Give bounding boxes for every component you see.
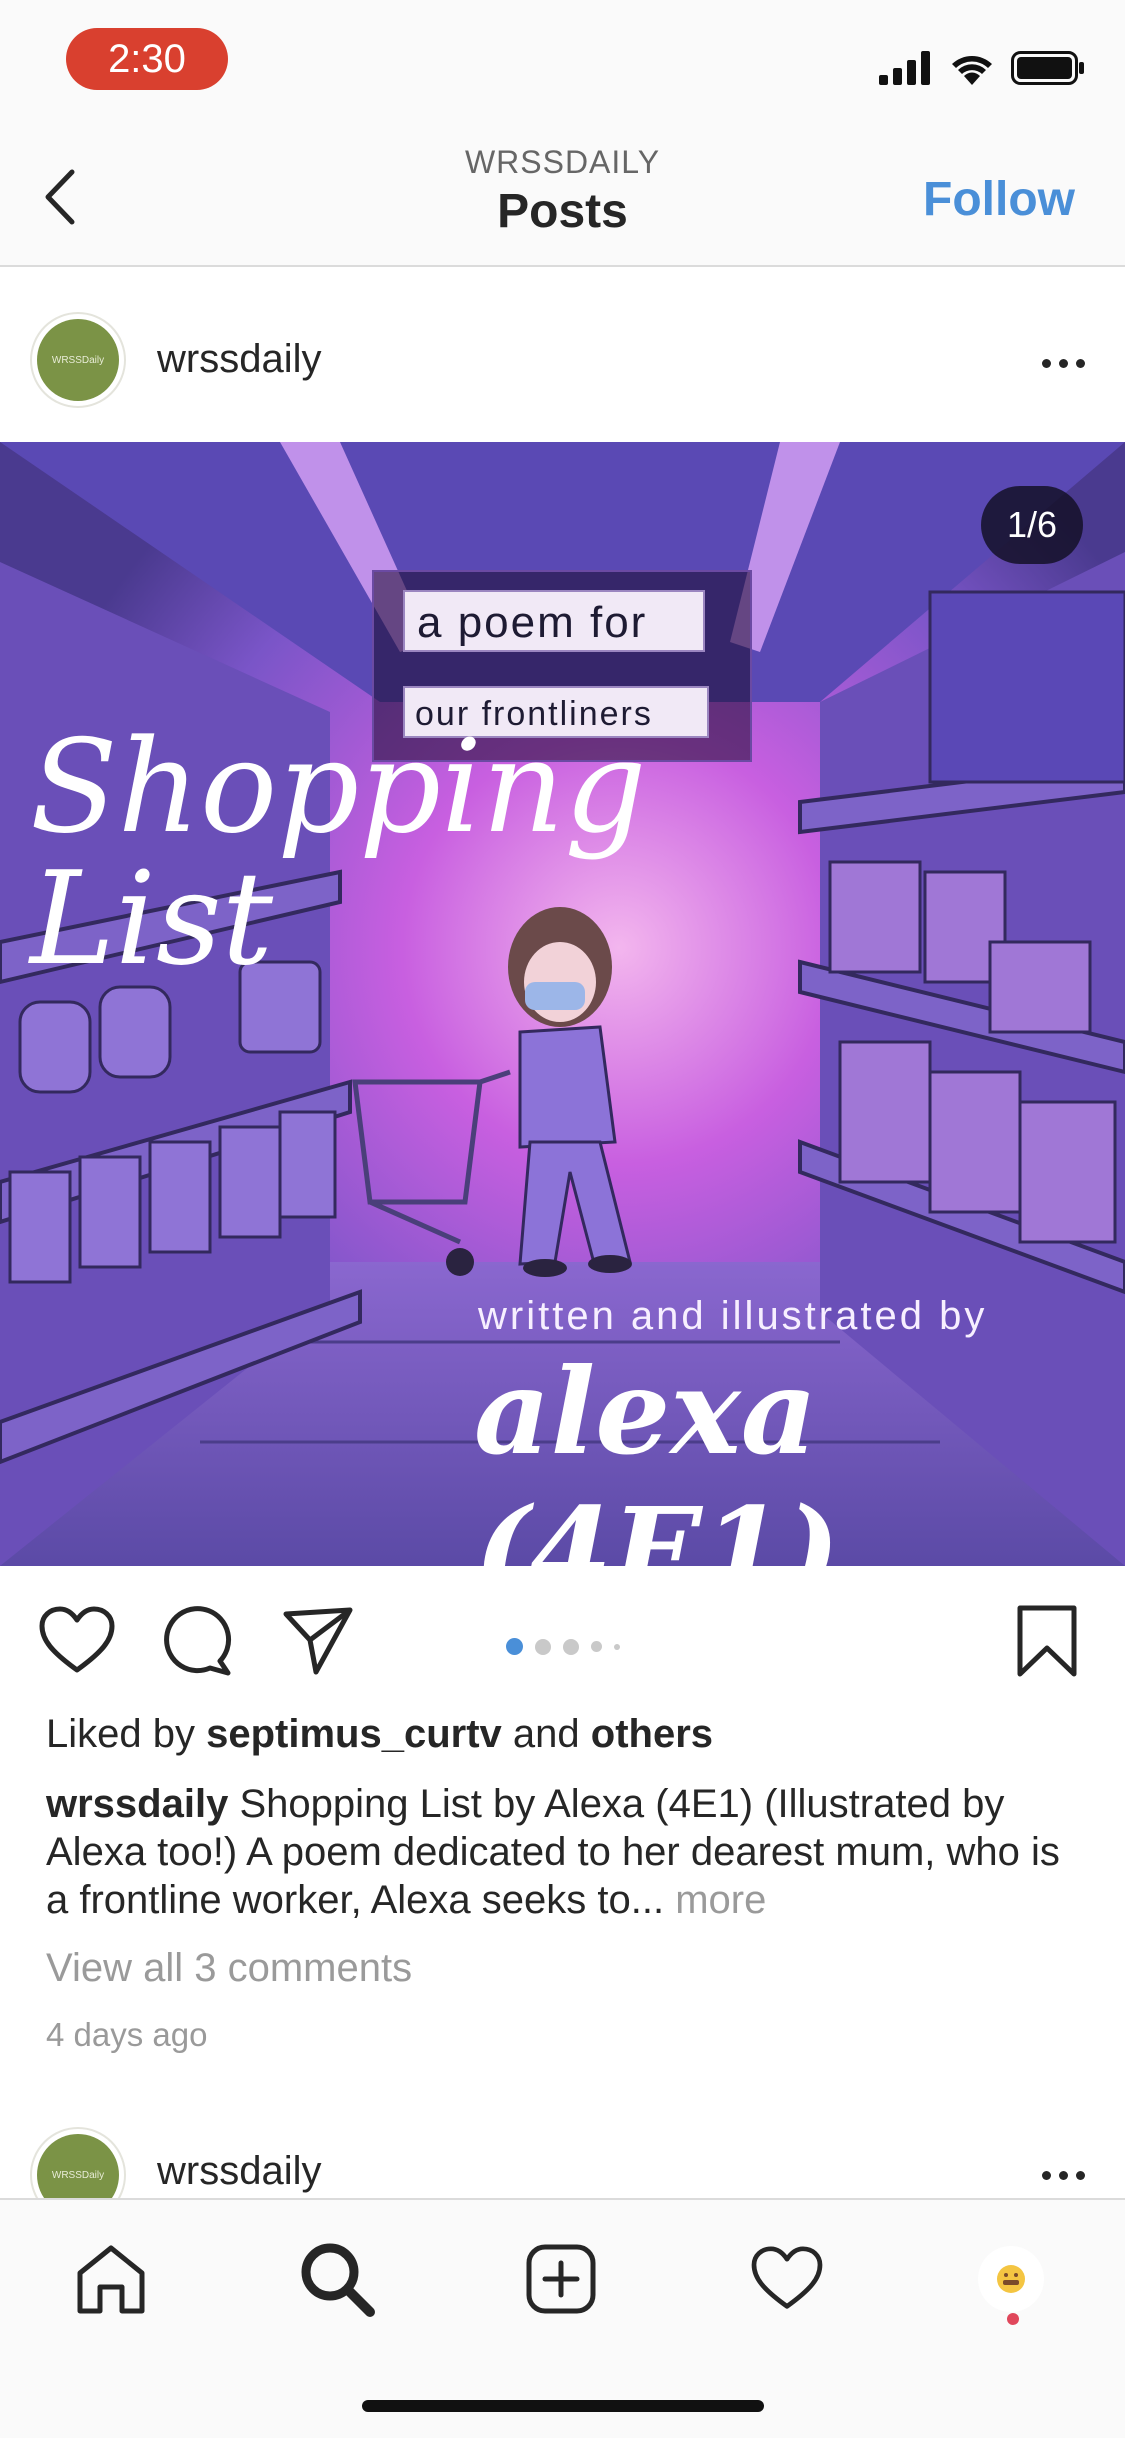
status-bar: 2:30 <box>0 0 1125 130</box>
next-post-header: WRSSDaily wrssdaily <box>0 2105 1125 2198</box>
avatar-logo: WRSSDaily <box>37 319 119 401</box>
cellular-signal-icon <box>879 51 930 85</box>
status-icons <box>879 48 1085 88</box>
status-time[interactable]: 2:30 <box>66 28 228 90</box>
next-post-username[interactable]: wrssdaily <box>157 2149 321 2194</box>
more-options-icon[interactable] <box>1042 359 1085 368</box>
post-action-bar <box>0 1566 1125 1716</box>
carousel-counter: 1/6 <box>981 486 1083 564</box>
post-header: WRSSDaily wrssdaily <box>0 267 1125 442</box>
tab-profile[interactable] <box>966 2234 1056 2324</box>
avatar-logo: WRSSDaily <box>37 2134 119 2198</box>
image-title-line1: Shopping <box>30 713 647 862</box>
carousel-dot-active <box>505 1638 523 1655</box>
liked-by-user[interactable]: septimus_curtv <box>206 1712 502 1756</box>
avatar[interactable]: WRSSDaily <box>30 312 126 408</box>
post-username[interactable]: wrssdaily <box>157 337 321 382</box>
bookmark-icon[interactable] <box>1016 1604 1078 1678</box>
activity-icon <box>751 2246 823 2309</box>
carousel-dot <box>590 1641 602 1652</box>
tab-new-post[interactable] <box>516 2234 606 2324</box>
image-byline: written and illustrated by <box>478 1294 988 1338</box>
post-caption: wrssdaily Shopping List by Alexa (4E1) (… <box>46 1780 1086 1924</box>
image-title: Shopping List <box>30 722 646 986</box>
more-options-icon[interactable] <box>1042 2171 1085 2180</box>
poem-label-line1: a poem for <box>403 590 705 652</box>
post-timestamp: 4 days ago <box>46 2016 208 2053</box>
new-post-icon <box>526 2244 596 2314</box>
caption-more-link[interactable]: more <box>675 1878 766 1922</box>
view-comments-link[interactable]: View all 3 comments <box>46 1946 412 1991</box>
caption-username[interactable]: wrssdaily <box>46 1782 228 1826</box>
search-icon <box>301 2243 375 2317</box>
battery-icon <box>1011 51 1084 85</box>
liked-by-others[interactable]: others <box>591 1712 713 1756</box>
avatar[interactable]: WRSSDaily <box>30 2127 126 2198</box>
nav-header: WRSSDAILY Posts Follow <box>0 130 1125 267</box>
image-title-line2: List <box>30 845 274 994</box>
home-indicator[interactable] <box>362 2400 764 2412</box>
tab-home[interactable] <box>66 2234 156 2324</box>
wifi-icon <box>952 56 992 85</box>
image-author: alexa (4E1) <box>474 1342 840 1566</box>
tab-search[interactable] <box>292 2234 382 2324</box>
home-icon <box>77 2245 145 2314</box>
tab-activity[interactable] <box>742 2234 832 2324</box>
notification-dot <box>1007 2313 1019 2325</box>
bottom-tab-bar <box>0 2198 1125 2438</box>
carousel-dot <box>613 1643 620 1650</box>
liked-by-and: and <box>512 1712 580 1756</box>
follow-button[interactable]: Follow <box>923 172 1075 227</box>
liked-by[interactable]: Liked by septimus_curtv and others <box>46 1712 713 1757</box>
liked-by-prefix: Liked by <box>46 1712 195 1756</box>
carousel-dots <box>0 1638 1125 1655</box>
carousel-dot <box>562 1638 579 1655</box>
carousel-dot <box>534 1638 551 1655</box>
post-image[interactable]: 1/6 a poem for our frontliners Shopping … <box>0 442 1125 1566</box>
profile-avatar <box>978 2246 1044 2312</box>
